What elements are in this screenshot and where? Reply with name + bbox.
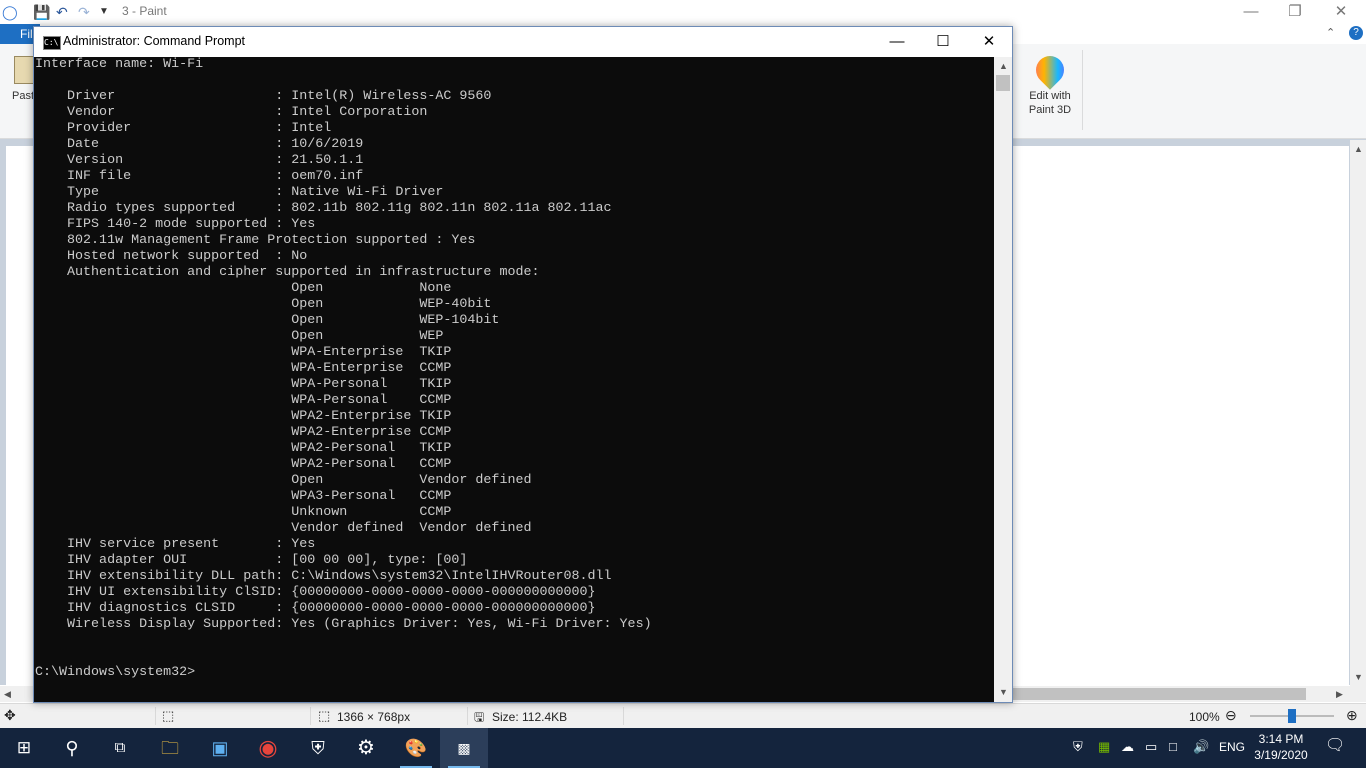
ribbon-divider: [1082, 50, 1083, 130]
command-prompt-window[interactable]: C:\ Administrator: Command Prompt — ☐ ✕ …: [33, 26, 1013, 703]
status-divider: [467, 707, 468, 725]
paint-window-title: 3 - Paint: [122, 4, 167, 18]
power-icon[interactable]: ▭: [1145, 739, 1157, 755]
taskbar: ⊞ ⚲ ⧉ 🗀 ▣ ◉ ⛨ ⚙ 🎨 ▩ ⛨ ▦ ☁ ▭ □ 🔊 ENG 3:14…: [0, 728, 1366, 768]
paint-palette-icon: 🎨: [404, 738, 428, 758]
windows-security-button[interactable]: ⛨: [294, 728, 342, 768]
language-indicator[interactable]: ENG: [1219, 740, 1245, 754]
chrome-button[interactable]: ◉: [244, 728, 292, 768]
file-size: Size: 112.4KB: [492, 710, 568, 724]
status-divider: [623, 707, 624, 725]
search-icon: ⚲: [65, 738, 79, 758]
start-button[interactable]: ⊞: [0, 728, 48, 768]
cmd-taskbar-button[interactable]: ▩: [440, 728, 488, 768]
cmd-scroll-thumb[interactable]: [996, 75, 1010, 91]
paint-close-button[interactable]: ✕: [1318, 2, 1364, 22]
paste-button[interactable]: Paste: [10, 54, 40, 124]
command-prompt-icon[interactable]: C:\: [43, 36, 61, 50]
clock-date: 3/19/2020: [1254, 748, 1308, 762]
clock-time: 3:14 PM: [1258, 732, 1304, 746]
settings-button[interactable]: ⚙: [342, 728, 390, 768]
scroll-down-icon[interactable]: ▼: [1354, 672, 1363, 682]
scroll-up-icon[interactable]: ▲: [999, 61, 1008, 71]
edit-with-paint-3d-button[interactable]: Edit with Paint 3D: [1022, 50, 1078, 130]
selection-size-icon: ⬚: [162, 708, 175, 723]
folder-icon: 🗀: [161, 738, 179, 758]
status-divider: [155, 707, 156, 725]
paint-3d-icon: [1030, 50, 1070, 90]
console-text: Interface name: Wi-Fi Driver : Intel(R) …: [35, 57, 652, 680]
cmd-vertical-scrollbar[interactable]: ▲ ▼: [994, 57, 1012, 702]
task-view-button[interactable]: ⧉: [96, 728, 144, 768]
zoom-level: 100%: [1189, 710, 1220, 724]
notifications-icon[interactable]: 🗨: [1325, 738, 1345, 754]
cmd-window-title: Administrator: Command Prompt: [63, 34, 246, 48]
customize-quick-access-icon[interactable]: ▼: [99, 3, 109, 21]
paint-vertical-scrollbar[interactable]: ▲ ▼: [1350, 140, 1366, 686]
status-divider: [310, 707, 311, 725]
cmd-minimize-button[interactable]: —: [874, 27, 920, 57]
scroll-up-icon[interactable]: ▲: [1354, 144, 1363, 154]
console-output[interactable]: Interface name: Wi-Fi Driver : Intel(R) …: [34, 57, 994, 702]
undo-icon[interactable]: ↶: [56, 3, 68, 21]
scroll-right-icon[interactable]: ▶: [1336, 689, 1343, 699]
cmd-maximize-button[interactable]: ☐: [920, 27, 966, 57]
security-tray-icon[interactable]: ⛨: [1073, 739, 1083, 755]
cmd-close-button[interactable]: ✕: [966, 27, 1012, 57]
network-icon[interactable]: □: [1169, 739, 1177, 755]
paint-minimize-button[interactable]: —: [1228, 2, 1274, 22]
control-panel-icon: ▣: [211, 738, 229, 758]
windows-logo-icon: ⊞: [16, 738, 32, 757]
image-dimensions: 1366 × 768px: [337, 710, 411, 724]
cursor-position-icon: ✥: [4, 707, 16, 723]
scroll-down-icon[interactable]: ▼: [999, 687, 1008, 697]
volume-icon[interactable]: 🔊: [1193, 739, 1209, 755]
zoom-in-icon[interactable]: ⊕: [1346, 707, 1358, 724]
horizontal-scroll-thumb[interactable]: [1012, 688, 1306, 700]
gear-icon: ⚙: [357, 737, 375, 759]
shield-icon: ⛨: [311, 738, 325, 758]
paint-titlebar: ◯ 💾 ↶ ↷ ▼ 3 - Paint — ❐ ✕: [0, 0, 1366, 24]
redo-icon[interactable]: ↷: [78, 3, 90, 21]
paint-app-icon[interactable]: ◯: [2, 3, 18, 21]
zoom-out-icon[interactable]: ⊖: [1225, 707, 1237, 724]
scroll-left-icon[interactable]: ◀: [4, 689, 11, 699]
save-icon[interactable]: 💾: [33, 3, 50, 21]
paint-statusbar: ✥ ⬚ ⬚ 1366 × 768px 🖫 Size: 112.4KB 100% …: [0, 703, 1366, 728]
cmd-titlebar[interactable]: C:\ Administrator: Command Prompt — ☐ ✕: [34, 27, 1012, 57]
paint-taskbar-button[interactable]: 🎨: [392, 728, 440, 768]
nvidia-tray-icon[interactable]: ▦: [1098, 739, 1110, 755]
image-dimensions-icon: ⬚: [318, 708, 331, 723]
control-panel-button[interactable]: ▣: [196, 728, 244, 768]
search-button[interactable]: ⚲: [48, 728, 96, 768]
edit-with-paint-3d-label: Edit with Paint 3D: [1028, 90, 1072, 116]
task-view-icon: ⧉: [114, 739, 126, 756]
paint-restore-button[interactable]: ❐: [1272, 2, 1318, 22]
command-prompt-icon: ▩: [457, 740, 471, 756]
zoom-slider-thumb[interactable]: [1288, 709, 1296, 723]
ribbon-collapse-icon[interactable]: ⌃: [1326, 26, 1335, 39]
clock[interactable]: 3:14 PM 3/19/2020: [1252, 731, 1310, 763]
onedrive-icon[interactable]: ☁: [1121, 739, 1134, 755]
chrome-icon: ◉: [258, 735, 278, 760]
disk-size-icon: 🖫: [474, 710, 485, 724]
help-icon[interactable]: ?: [1349, 26, 1363, 40]
file-explorer-button[interactable]: 🗀: [146, 728, 194, 768]
